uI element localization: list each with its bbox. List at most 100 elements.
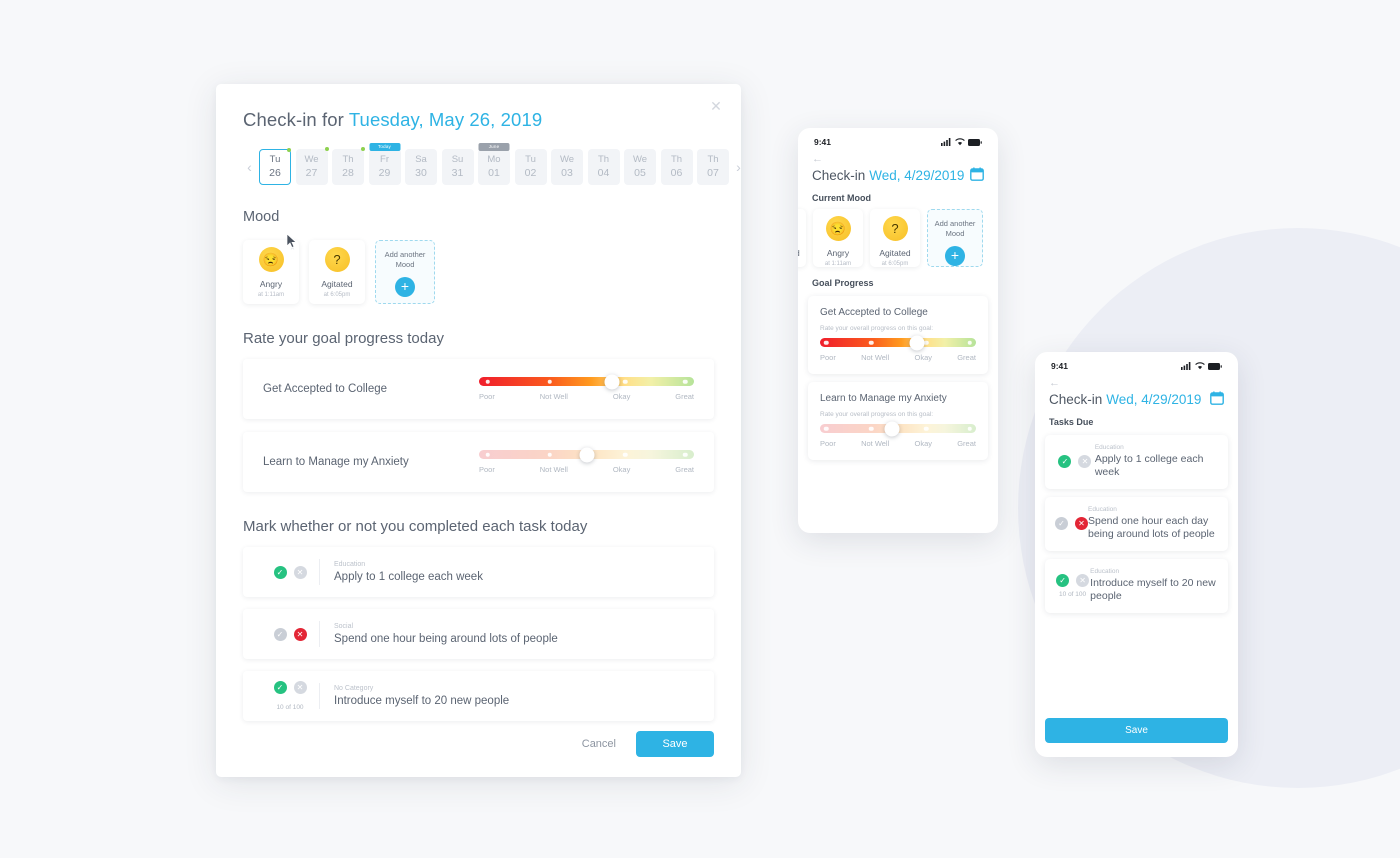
cancel-button[interactable]: Cancel (582, 738, 616, 750)
slider-label-great: Great (675, 392, 694, 401)
date-chip-tu-26[interactable]: Tu 26 (259, 148, 291, 185)
task-row: ✓ ✕ Social Spend one hour being around lots… (243, 609, 714, 659)
date-chip-day: 26 (269, 167, 281, 180)
slider-track[interactable] (820, 421, 976, 436)
progress-slider[interactable]: Poor Not Well Okay Great (820, 335, 976, 362)
calendar-icon[interactable] (970, 167, 984, 184)
task-complete-icon[interactable]: ✓ (273, 565, 287, 579)
task-incomplete-icon[interactable]: ✕ (293, 627, 307, 641)
close-icon[interactable]: ✕ (707, 97, 725, 115)
slider-label-poor: Poor (479, 392, 495, 401)
date-chip-th-04[interactable]: Th 04 (587, 149, 620, 185)
date-chip-dow: We (559, 153, 575, 165)
mood-card-agitated[interactable]: ? Agitated at 6:05pm (870, 209, 920, 267)
slider-track[interactable] (479, 374, 694, 389)
calendar-icon[interactable] (1210, 391, 1224, 408)
slider-label-great: Great (957, 439, 976, 448)
back-icon[interactable]: ← (798, 147, 998, 165)
slider-notch (547, 452, 553, 457)
goal-subtitle: Rate your overall progress on this goal: (820, 411, 934, 418)
date-chip-we-27[interactable]: We 27 (295, 147, 329, 185)
phone1-title-prefix: Check-in (812, 168, 866, 183)
angry-face-icon: 😒 (258, 247, 284, 272)
slider-thumb[interactable] (884, 421, 900, 436)
task-row: ✓ ✕ 10 of 100 Education Introduce myself to … (1045, 558, 1228, 613)
task-incomplete-icon[interactable]: ✕ (293, 681, 307, 694)
slider-label-not-well: Not Well (861, 353, 890, 362)
date-chip-day: 27 (305, 167, 318, 180)
mood-card-partial[interactable]: ed (798, 209, 806, 267)
date-chip-we-03[interactable]: We 03 (551, 149, 583, 185)
task-incomplete-icon[interactable]: ✕ (293, 565, 307, 579)
date-chip-fr-29[interactable]: Today Fr 29 (368, 143, 401, 185)
goal-name: Get Accepted to College (263, 383, 388, 395)
date-chip-th-28[interactable]: Th 28 (332, 147, 365, 185)
date-chip-th-06[interactable]: Th 06 (660, 149, 693, 185)
slider-notch (923, 340, 929, 345)
plus-icon[interactable]: + (945, 246, 965, 266)
date-chip-dow: Tu (525, 153, 536, 165)
cellular-signal-icon (1181, 362, 1191, 370)
task-complete-icon[interactable]: ✓ (1058, 455, 1072, 469)
task-marks-row: ✓ ✕ (273, 627, 307, 641)
mood-card-angry[interactable]: 😒 Angry at 1:11am ✕ (243, 240, 299, 304)
slider-notch (967, 340, 972, 345)
task-complete-icon[interactable]: ✓ (273, 681, 287, 694)
slider-thumb[interactable] (909, 335, 925, 350)
progress-slider[interactable]: Poor Not Well Okay Great (820, 421, 976, 448)
phone2-task-list: ✓ ✕ Education Apply to 1 college each week ✓… (1035, 435, 1238, 613)
phone2-title-date: Wed, 4/29/2019 (1106, 392, 1202, 407)
slider-label-poor: Poor (820, 353, 836, 362)
task-row: ✓ ✕ Education Apply to 1 college each week (1045, 435, 1228, 489)
date-chip-mo-01[interactable]: June Mo 01 (478, 143, 510, 185)
mood-card-angry[interactable]: 😒 Angry at 1:11am (813, 209, 863, 267)
mood-timestamp: at 1:11am (257, 292, 285, 298)
date-strip-prev-icon[interactable]: ‹ (243, 159, 256, 175)
date-chip-dow: Tu (269, 153, 281, 165)
task-complete-icon[interactable]: ✓ (1055, 517, 1068, 531)
date-chip-we-05[interactable]: We 05 (624, 149, 656, 185)
status-bar: 9:41 (1035, 352, 1238, 371)
date-chip-th-07[interactable]: Th 07 (697, 149, 729, 185)
slider-label-poor: Poor (479, 465, 495, 474)
slider-track[interactable] (479, 447, 694, 462)
date-chip-su-31[interactable]: Su 31 (441, 149, 474, 185)
task-divider (319, 621, 320, 647)
date-chip-day: 01 (488, 167, 500, 180)
date-chip-day: 29 (378, 167, 391, 180)
question-face-icon: ? (882, 216, 908, 241)
task-incomplete-icon[interactable]: ✕ (1076, 573, 1090, 587)
mood-card-partial-label: ed (798, 248, 800, 258)
back-icon[interactable]: ← (1035, 371, 1238, 389)
page-title: Check-in for Tuesday, May 26, 2019 (243, 109, 714, 131)
date-chip-dow: We (304, 153, 319, 165)
mood-card-agitated[interactable]: ? Agitated at 6:05pm (309, 240, 365, 304)
slider-thumb[interactable] (579, 447, 594, 462)
slider-track[interactable] (820, 335, 976, 350)
progress-slider[interactable]: Poor Not Well Okay Great (479, 447, 694, 474)
date-chip-day: 31 (451, 167, 464, 180)
date-chip-sa-30[interactable]: Sa 30 (405, 149, 437, 185)
date-chip-tu-02[interactable]: Tu 02 (514, 149, 547, 185)
task-complete-icon[interactable]: ✓ (1056, 573, 1070, 587)
task-marks: ✓ ✕ (1055, 517, 1088, 531)
slider-scale: Poor Not Well Okay Great (820, 353, 976, 362)
task-row: ✓ ✕ Education Spend one hour each day being… (1045, 496, 1228, 551)
task-incomplete-icon[interactable]: ✕ (1075, 517, 1088, 531)
plus-icon[interactable]: + (395, 277, 415, 298)
progress-slider[interactable]: Poor Not Well Okay Great (479, 374, 694, 401)
save-button[interactable]: Save (636, 731, 714, 757)
phone2-save-button[interactable]: Save (1045, 718, 1228, 743)
slider-thumb[interactable] (604, 374, 620, 389)
add-mood-button[interactable]: Add another Mood + (927, 209, 983, 267)
add-mood-button[interactable]: Add another Mood + (375, 240, 435, 304)
task-incomplete-icon[interactable]: ✕ (1078, 455, 1092, 469)
task-marks: ✓ ✕ (261, 565, 319, 579)
task-complete-icon[interactable]: ✓ (273, 627, 287, 641)
angry-face-icon: 😒 (825, 216, 851, 241)
date-strip-days: Tu 26 We 27 Th 28 Today Fr 29 Sa 30 Su 31 June Mo 01 Tu 0… (259, 143, 729, 185)
wifi-icon (955, 138, 965, 146)
status-bar-time: 9:41 (814, 137, 832, 147)
date-chip-dow: Sa (415, 153, 427, 165)
date-strip-next-icon[interactable]: › (732, 159, 745, 175)
